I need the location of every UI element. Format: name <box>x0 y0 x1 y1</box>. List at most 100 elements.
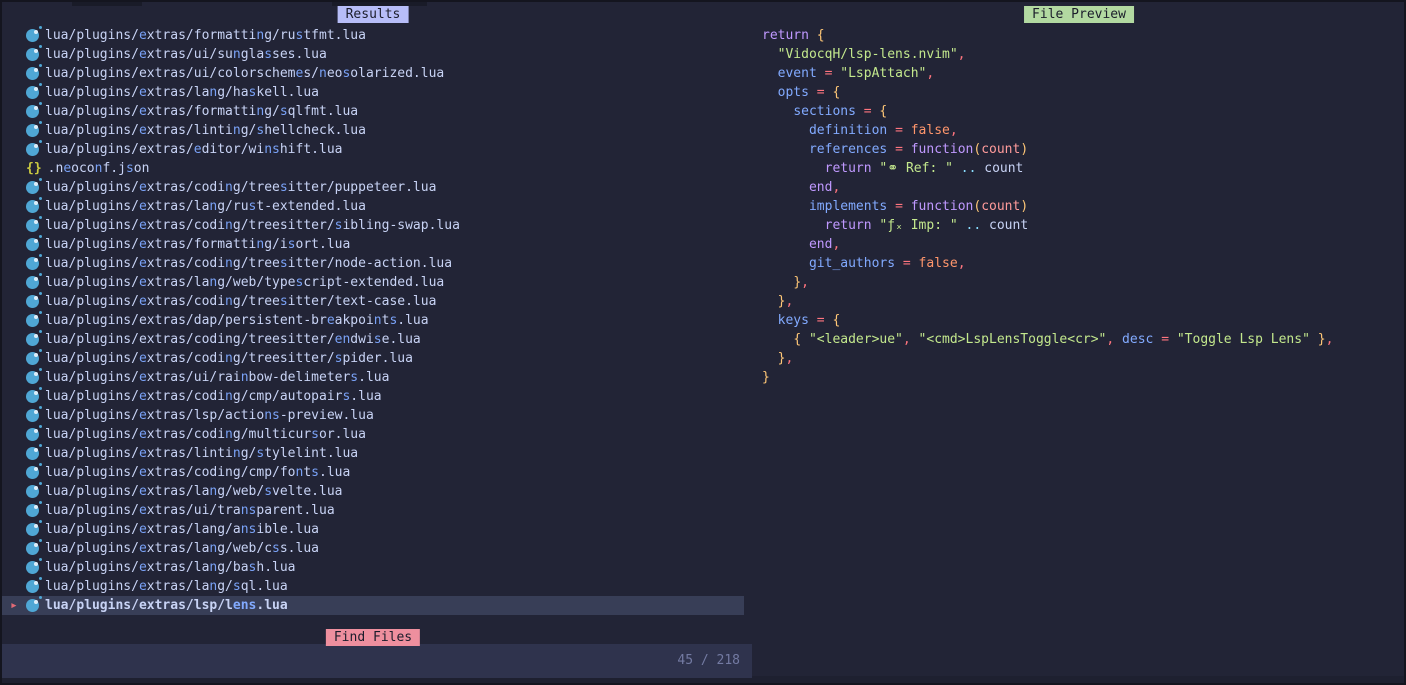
code-line: { "<leader>ue", "<cmd>LspLensToggle<cr>"… <box>762 330 1333 349</box>
lua-file-icon <box>26 599 39 612</box>
fuzzy-match-char: e <box>139 446 147 461</box>
fuzzy-match-char: e <box>139 370 147 385</box>
fuzzy-match-char: s <box>280 294 288 309</box>
fuzzy-match-char: n <box>225 256 233 271</box>
preview-code: return { "VidocqH/lsp-lens.nvim", event … <box>762 26 1333 387</box>
selection-pointer-icon: ▸ <box>10 596 26 615</box>
result-row[interactable]: lua/plugins/extras/lang/web/typescript-e… <box>2 273 744 292</box>
fuzzy-match-char: n <box>209 275 217 290</box>
lua-file-icon <box>26 466 39 479</box>
file-path: lua/plugins/extras/coding/cmp/autopairs.… <box>45 387 382 406</box>
fuzzy-match-char: s <box>342 389 350 404</box>
file-path: lua/plugins/extras/lang/rust-extended.lu… <box>45 197 366 216</box>
fuzzy-match-char: s <box>256 123 264 138</box>
code-line: sections = { <box>762 102 1333 121</box>
code-line: git_authors = false, <box>762 254 1333 273</box>
result-row-selected[interactable]: ▸ lua/plugins/extras/lsp/lens.lua <box>2 596 744 615</box>
result-row[interactable]: lua/plugins/extras/lang/rust-extended.lu… <box>2 197 744 216</box>
code-line: implements = function(count) <box>762 197 1333 216</box>
file-path: lua/plugins/extras/lang/web/svelte.lua <box>45 482 342 501</box>
result-row[interactable]: lua/plugins/extras/coding/treesitter/pup… <box>2 178 744 197</box>
fuzzy-match-char: n <box>241 370 249 385</box>
result-row[interactable]: lua/plugins/extras/dap/persistent-breakp… <box>2 311 744 330</box>
fuzzy-match-char: e <box>233 598 241 613</box>
code-line: keys = { <box>762 311 1333 330</box>
fuzzy-match-char: s <box>264 47 272 62</box>
preview-title: File Preview <box>1024 6 1134 23</box>
fuzzy-match-char: e <box>139 351 147 366</box>
lua-file-icon <box>26 352 39 365</box>
lua-file-icon <box>26 219 39 232</box>
result-row[interactable]: lua/plugins/extras/linting/shellcheck.lu… <box>2 121 744 140</box>
result-row[interactable]: lua/plugins/extras/ui/transparent.lua <box>2 501 744 520</box>
fuzzy-match-char: n <box>233 446 241 461</box>
prompt-bar[interactable]: ❯ens 45 / 218 <box>2 644 752 678</box>
fuzzy-match-char: n <box>225 218 233 233</box>
result-row[interactable]: lua/plugins/extras/lang/sql.lua <box>2 577 744 596</box>
fuzzy-match-char: e <box>139 389 147 404</box>
results-list[interactable]: lua/plugins/extras/formatting/rustfmt.lu… <box>2 26 744 615</box>
result-row[interactable]: lua/plugins/extras/ui/sunglasses.lua <box>2 45 744 64</box>
result-row[interactable]: lua/plugins/extras/lang/web/svelte.lua <box>2 482 744 501</box>
file-path: lua/plugins/extras/coding/treesitter/pup… <box>45 178 436 197</box>
fuzzy-match-char: s <box>249 560 257 575</box>
file-path: lua/plugins/extras/formatting/isort.lua <box>45 235 350 254</box>
fuzzy-match-char: n <box>225 180 233 195</box>
prompt-title: Find Files <box>326 629 420 646</box>
lua-file-icon <box>26 409 39 422</box>
fuzzy-match-char: n <box>256 28 264 43</box>
fuzzy-match-char: e <box>139 199 147 214</box>
file-path: lua/plugins/extras/lsp/lens.lua <box>45 596 288 615</box>
lua-file-icon <box>26 580 39 593</box>
result-row[interactable]: lua/plugins/extras/lang/bash.lua <box>2 558 744 577</box>
result-row[interactable]: lua/plugins/extras/coding/treesitter/tex… <box>2 292 744 311</box>
fuzzy-match-char: e <box>139 275 147 290</box>
result-row[interactable]: lua/plugins/extras/linting/stylelint.lua <box>2 444 744 463</box>
result-row[interactable]: lua/plugins/extras/ui/colorschemes/neoso… <box>2 64 744 83</box>
result-row[interactable]: lua/plugins/extras/formatting/isort.lua <box>2 235 744 254</box>
result-row[interactable]: lua/plugins/extras/coding/treesitter/nod… <box>2 254 744 273</box>
result-row[interactable]: lua/plugins/extras/coding/treesitter/spi… <box>2 349 744 368</box>
fuzzy-match-char: s <box>272 142 280 157</box>
result-row[interactable]: {}.neoconf.json <box>2 159 744 178</box>
fuzzy-match-char: e <box>139 28 147 43</box>
code-line: references = function(count) <box>762 140 1333 159</box>
result-row[interactable]: lua/plugins/extras/ui/rainbow-delimeters… <box>2 368 744 387</box>
result-row[interactable]: lua/plugins/extras/coding/cmp/fonts.lua <box>2 463 744 482</box>
fuzzy-match-char: n <box>209 484 217 499</box>
file-path: lua/plugins/extras/lang/bash.lua <box>45 558 296 577</box>
code-line: definition = false, <box>762 121 1333 140</box>
file-path: lua/plugins/extras/coding/cmp/fonts.lua <box>45 463 350 482</box>
fuzzy-match-char: e <box>139 522 147 537</box>
lua-file-icon <box>26 238 39 251</box>
result-row[interactable]: lua/plugins/extras/formatting/sqlfmt.lua <box>2 102 744 121</box>
prompt-line[interactable]: ❯ens <box>10 644 121 678</box>
result-row[interactable]: lua/plugins/extras/lang/haskell.lua <box>2 83 744 102</box>
fuzzy-match-char: n <box>225 427 233 442</box>
fuzzy-match-char: s <box>296 275 304 290</box>
fuzzy-match-char: e <box>194 142 202 157</box>
code-line: }, <box>762 292 1333 311</box>
result-row[interactable]: lua/plugins/extras/formatting/rustfmt.lu… <box>2 26 744 45</box>
fuzzy-match-char: n <box>296 465 304 480</box>
code-line: event = "LspAttach", <box>762 64 1333 83</box>
fuzzy-match-char: s <box>280 104 288 119</box>
lua-file-icon <box>26 181 39 194</box>
result-row[interactable]: lua/plugins/extras/coding/treesitter/sib… <box>2 216 744 235</box>
fuzzy-match-char: n <box>209 85 217 100</box>
file-path: lua/plugins/extras/coding/treesitter/spi… <box>45 349 413 368</box>
result-row[interactable]: lua/plugins/extras/editor/winshift.lua <box>2 140 744 159</box>
fuzzy-match-char: e <box>139 104 147 119</box>
result-row[interactable]: lua/plugins/extras/coding/multicursor.lu… <box>2 425 744 444</box>
result-row[interactable]: lua/plugins/extras/coding/cmp/autopairs.… <box>2 387 744 406</box>
result-row[interactable]: lua/plugins/extras/lsp/actions-preview.l… <box>2 406 744 425</box>
file-path: lua/plugins/extras/coding/treesitter/tex… <box>45 292 436 311</box>
fuzzy-match-char: n <box>233 123 241 138</box>
result-row[interactable]: lua/plugins/extras/lang/web/css.lua <box>2 539 744 558</box>
result-row[interactable]: lua/plugins/extras/coding/treesitter/end… <box>2 330 744 349</box>
result-row[interactable]: lua/plugins/extras/lang/ansible.lua <box>2 520 744 539</box>
file-path: .neoconf.json <box>48 159 150 178</box>
fuzzy-match-char: n <box>95 161 103 176</box>
fuzzy-match-char: n <box>209 199 217 214</box>
fuzzy-match-char: e <box>327 313 335 328</box>
